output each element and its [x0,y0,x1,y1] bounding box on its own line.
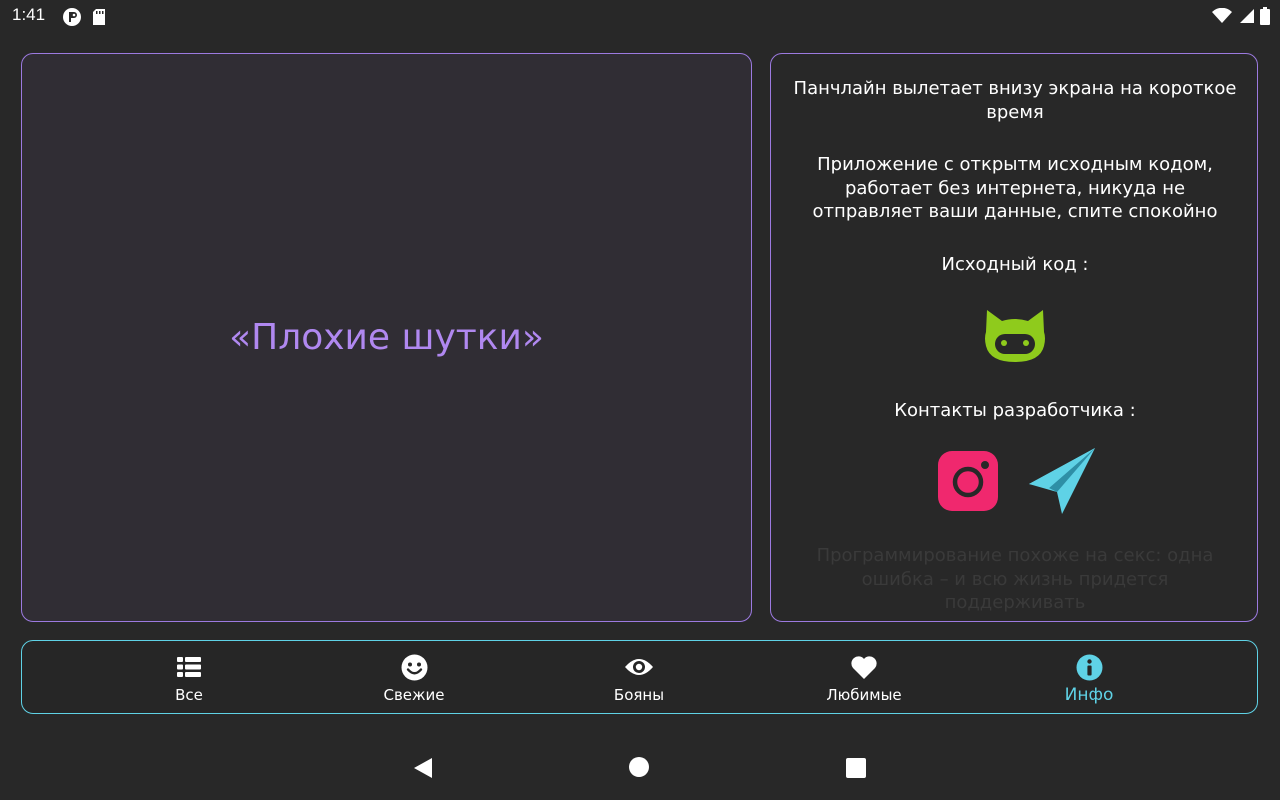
open-source-note: Приложение с открытм исходным кодом, раб… [812,154,1218,222]
status-time: 1:41 [12,5,46,24]
eye-icon [624,654,654,680]
status-left-icons [62,7,106,32]
punchline-text: Программирование похоже на секс: одна ош… [816,545,1214,613]
app-notification-icon [62,7,82,32]
nav-label-info: Инфо [1064,685,1114,705]
wifi-icon [1212,7,1232,29]
back-icon[interactable] [412,756,434,785]
punchline-note: Панчлайн вылетает внизу экрана на коротк… [793,78,1237,123]
status-right-icons [1212,7,1270,30]
nav-label-all: Все [175,686,203,704]
sd-card-icon [92,8,106,31]
nav-item-favorites[interactable]: Любимые [804,641,924,715]
developer-contacts-label: Контакты разработчика : [894,400,1136,421]
heart-icon [850,654,878,680]
info-icon [1076,654,1103,680]
recents-icon[interactable] [846,758,866,783]
nav-label-favorites: Любимые [826,686,902,704]
instagram-icon[interactable] [938,451,998,511]
home-icon[interactable] [628,756,650,783]
nav-item-all[interactable]: Все [129,641,249,715]
nav-item-old-jokes[interactable]: Бояны [579,641,699,715]
smile-icon [401,654,428,680]
nav-item-fresh[interactable]: Свежие [354,641,474,715]
main-joke-panel[interactable]: «Плохие шутки» [21,53,752,622]
list-icon [177,654,201,680]
cell-signal-icon [1238,8,1254,29]
nav-label-old-jokes: Бояны [613,686,665,704]
source-code-label: Исходный код : [941,254,1089,275]
status-bar: 1:41 [0,0,1280,32]
telegram-icon[interactable] [1027,446,1097,516]
system-navigation-bar [0,736,1280,800]
bottom-navigation: Все Свежие Бояны Любимые Инфо [21,640,1258,714]
nav-label-fresh: Свежие [383,686,445,704]
info-panel: Панчлайн вылетает внизу экрана на коротк… [770,53,1258,622]
app-title: «Плохие шутки» [229,317,544,358]
battery-icon [1260,7,1270,30]
nav-item-info[interactable]: Инфо [1029,641,1149,715]
github-icon[interactable] [984,308,1046,364]
